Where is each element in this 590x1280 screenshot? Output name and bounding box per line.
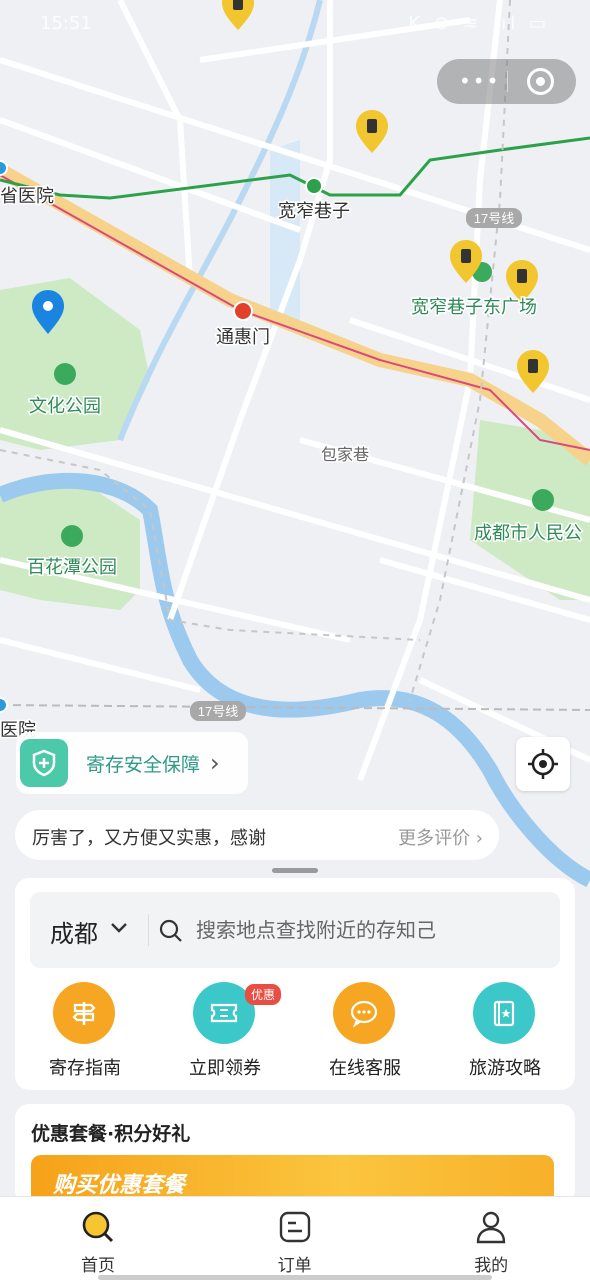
- service-support[interactable]: 在线客服: [295, 982, 435, 1082]
- map-label-kuanzhai: 宽窄巷子: [278, 201, 350, 222]
- crosshair-icon: [528, 749, 558, 779]
- safety-label: 寄存安全保障: [86, 753, 201, 776]
- service-travel-guide[interactable]: 旅游攻略: [435, 982, 575, 1082]
- station-tonghuimen[interactable]: [233, 301, 253, 321]
- station-left-bottom[interactable]: [0, 697, 8, 713]
- chevron-right-icon: ›: [210, 749, 220, 777]
- tab-profile[interactable]: 我的: [393, 1197, 590, 1280]
- discount-badge: 优惠: [245, 984, 282, 1005]
- tab-label: 首页: [81, 1256, 115, 1276]
- line17-label-top: 17号线: [474, 211, 514, 226]
- order-icon: [279, 1211, 310, 1243]
- line17-label-bottom: 17号线: [198, 704, 238, 719]
- shield-plus-icon: [20, 739, 68, 787]
- locate-me-button[interactable]: [516, 737, 570, 791]
- service-label: 立即领券: [189, 1058, 261, 1079]
- search-bar: 成都 搜索地点查找附近的存知己: [30, 892, 560, 968]
- service-coupon[interactable]: 优惠 立即领券: [155, 982, 295, 1082]
- sheet-drag-handle[interactable]: [272, 868, 318, 873]
- promo-card: 优惠套餐·积分好礼 购买优惠套餐: [15, 1104, 575, 1204]
- tab-label: 订单: [277, 1256, 312, 1276]
- tab-orders[interactable]: 订单: [197, 1197, 394, 1280]
- target-icon[interactable]: [527, 68, 554, 95]
- safety-guarantee-button[interactable]: 寄存安全保障 ›: [16, 732, 248, 794]
- status-bar: 15:51 K ⊙ ≋ .ıl ▭: [0, 0, 590, 48]
- home-indicator: [98, 1275, 492, 1280]
- more-reviews-label: 更多评价: [398, 828, 471, 849]
- map-label-wenhua-park: 文化公园: [29, 396, 101, 417]
- chat-icon: [333, 982, 395, 1044]
- search-divider: [148, 914, 149, 946]
- promo-banner-text: 购买优惠套餐: [53, 1173, 186, 1198]
- more-reviews-link[interactable]: 更多评价 ›: [398, 824, 483, 850]
- service-guide[interactable]: 寄存指南: [15, 982, 155, 1082]
- map-label-hospital-top: 省医院: [0, 186, 54, 207]
- status-indicators: K ⊙ ≋ .ıl ▭: [408, 13, 550, 34]
- review-text: 厉害了，又方便又实惠，感谢: [32, 828, 266, 849]
- map-label-renmin-park: 成都市人民公: [474, 523, 582, 544]
- map-label-kuanzhai-east: 宽窄巷子东广场: [411, 297, 537, 318]
- park-icon-renmin: [532, 489, 554, 511]
- tab-home[interactable]: 首页: [0, 1197, 197, 1280]
- capsule-divider: [507, 71, 508, 92]
- search-input[interactable]: 搜索地点查找附近的存知己: [196, 914, 436, 943]
- tab-label: 我的: [474, 1256, 509, 1276]
- park-icon-baihuatan: [61, 525, 83, 547]
- search-icon: [159, 919, 182, 942]
- profile-icon: [476, 1211, 506, 1244]
- status-time: 15:51: [40, 13, 92, 34]
- service-grid: 寄存指南 优惠 立即领券 在线客服 旅游攻略: [15, 982, 575, 1082]
- review-ticker[interactable]: 厉害了，又方便又实惠，感谢 更多评价 ›: [15, 810, 499, 860]
- miniprogram-capsule: •••: [437, 59, 576, 104]
- station-kuanzhai[interactable]: [305, 177, 323, 195]
- chevron-down-icon[interactable]: [108, 916, 130, 938]
- service-label: 寄存指南: [49, 1058, 121, 1079]
- park-icon-wenhua: [54, 363, 76, 385]
- service-label: 在线客服: [329, 1058, 401, 1079]
- signpost-icon: [53, 982, 115, 1044]
- search-home-icon: [82, 1211, 114, 1243]
- service-label: 旅游攻略: [469, 1058, 541, 1079]
- map-label-baojia: 包家巷: [321, 445, 369, 464]
- city-selector[interactable]: 成都: [50, 914, 98, 949]
- bottom-sheet: 成都 搜索地点查找附近的存知己 寄存指南 优惠 立即领券 在线客服 旅游攻略: [15, 878, 575, 1090]
- promo-title: 优惠套餐·积分好礼: [31, 1123, 191, 1145]
- map-label-baihuatan: 百花潭公园: [27, 557, 117, 578]
- tab-bar: 首页 订单 我的: [0, 1196, 590, 1280]
- map-label-tonghuimen: 通惠门: [216, 327, 270, 348]
- more-menu-button[interactable]: •••: [459, 69, 500, 93]
- station-left-top[interactable]: [0, 160, 8, 176]
- guidebook-icon: [473, 982, 535, 1044]
